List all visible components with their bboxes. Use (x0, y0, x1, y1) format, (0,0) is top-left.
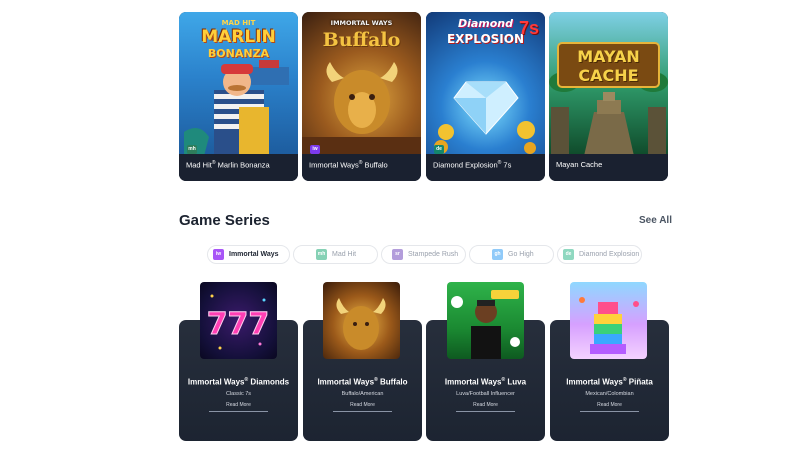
logo-sub-text: 7s (518, 18, 539, 38)
series-card-subtitle: Mexican/Colombian (585, 391, 634, 397)
read-more-underline (580, 411, 639, 412)
read-more-underline (456, 411, 515, 412)
game-provider-badge: de (434, 145, 444, 154)
read-more-link[interactable]: Read More (179, 402, 298, 408)
logo-sub-text: CACHE (578, 66, 639, 85)
game-art-buffalo: IMMORTAL WAYS Buffalo (302, 12, 421, 156)
logo-main-text: MARLIN (201, 27, 276, 47)
svg-text:777: 777 (207, 307, 270, 342)
logo-top-text: IMMORTAL WAYS (330, 19, 393, 27)
logo-main-text: MAYAN (577, 47, 640, 66)
chip-go-high[interactable]: gh Go High (469, 245, 554, 264)
chip-mad-hit[interactable]: mh Mad Hit (293, 245, 378, 264)
series-card-subtitle: Luva/Football Influencer (456, 391, 515, 397)
game-card-mayan-cache[interactable]: MAYAN CACHE Mayan Cache (549, 12, 668, 181)
chip-label: Mad Hit (332, 251, 357, 258)
read-more-link[interactable]: Read More (550, 402, 669, 408)
game-art-mayan-cache: MAYAN CACHE (549, 12, 668, 156)
stampede-rush-icon: sr (392, 249, 403, 260)
game-art-diamond-explosion: Diamond EXPLOSION 7s (426, 12, 545, 156)
series-thumb-pinata[interactable] (570, 282, 647, 359)
chip-immortal-ways[interactable]: iw Immortal Ways (207, 245, 290, 264)
chip-label: Diamond Explosion (579, 251, 640, 258)
series-thumb-buffalo[interactable] (323, 282, 400, 359)
featured-games-row: MAD HIT MARLIN BONANZA mh Mad Hit® Marli… (179, 12, 669, 182)
read-more-link[interactable]: Read More (303, 402, 422, 408)
read-more-underline (333, 411, 392, 412)
logo-main-text: Buffalo (322, 29, 401, 51)
game-provider-badge: mh (187, 145, 197, 154)
diamond-explosion-icon: de (563, 249, 574, 260)
series-card-title: Immortal Ways® Buffalo (317, 377, 408, 387)
mad-hit-icon: mh (316, 249, 327, 260)
game-title: Mayan Cache (556, 160, 603, 169)
chip-stampede-rush[interactable]: sr Stampede Rush (381, 245, 466, 264)
game-title: Diamond Explosion® 7s (433, 159, 512, 170)
immortal-ways-icon: iw (213, 249, 224, 260)
game-card-marlin-bonanza[interactable]: MAD HIT MARLIN BONANZA mh Mad Hit® Marli… (179, 12, 298, 181)
series-thumb-luva[interactable] (447, 282, 524, 359)
chip-label: Stampede Rush (408, 251, 459, 258)
game-title: Mad Hit® Marlin Bonanza (186, 159, 270, 170)
series-card-subtitle: Classic 7s (225, 391, 252, 397)
series-thumb-diamonds[interactable]: 777 (200, 282, 277, 359)
series-card-title: Immortal Ways® Luva (444, 377, 527, 387)
game-card-diamond-explosion-7s[interactable]: Diamond EXPLOSION 7s de Diamond Explosio… (426, 12, 545, 181)
logo-top-text: MAD HIT (221, 19, 256, 27)
game-title: Immortal Ways® Buffalo (309, 159, 388, 170)
read-more-underline (209, 411, 268, 412)
series-card-title: Immortal Ways® Piñata (566, 377, 653, 387)
game-card-buffalo[interactable]: IMMORTAL WAYS Buffalo iw Immortal Ways® … (302, 12, 421, 181)
series-card-subtitle: Buffalo/American (341, 391, 384, 397)
chip-label: Go High (508, 251, 534, 258)
see-all-link[interactable]: See All (639, 215, 672, 226)
chip-label: Immortal Ways (229, 251, 279, 258)
chip-diamond-explosion[interactable]: de Diamond Explosion (557, 245, 642, 264)
game-provider-badge: iw (310, 145, 320, 154)
go-high-icon: gh (492, 249, 503, 260)
section-title: Game Series (179, 212, 270, 229)
read-more-link[interactable]: Read More (426, 402, 545, 408)
series-card-title: Immortal Ways® Diamonds (187, 377, 290, 387)
game-art-marlin-bonanza: MAD HIT MARLIN BONANZA (179, 12, 298, 156)
logo-sub-text: BONANZA (207, 47, 270, 60)
